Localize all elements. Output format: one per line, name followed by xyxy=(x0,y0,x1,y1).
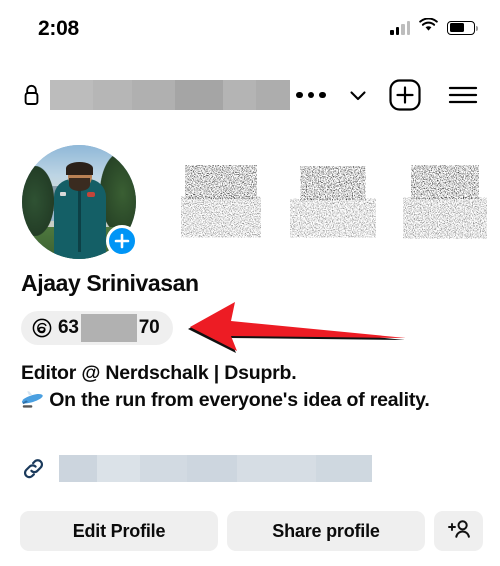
threads-logo-icon xyxy=(32,318,52,338)
airplane-emoji xyxy=(21,391,49,414)
threads-count-suffix: 70 xyxy=(138,317,160,338)
bio-line-1: Editor @ Nerdschalk | Dsuprb. xyxy=(21,362,297,384)
hamburger-menu-icon[interactable] xyxy=(448,83,478,107)
chevron-down-icon[interactable] xyxy=(346,83,370,107)
profile-action-buttons: Edit Profile Share profile xyxy=(20,511,483,551)
lock-icon xyxy=(22,83,41,107)
red-arrow-pointing-left xyxy=(186,298,406,354)
link-redacted-bar xyxy=(59,455,372,482)
header-actions xyxy=(389,79,478,111)
threads-count-redacted xyxy=(80,314,137,342)
page-title: Ajaay Srinivasan xyxy=(21,270,199,296)
cellular-signal-icon xyxy=(390,20,410,35)
scribble-followers xyxy=(290,160,376,244)
battery-icon xyxy=(447,20,478,35)
share-profile-button[interactable]: Share profile xyxy=(227,511,425,551)
profile-bio: Editor @ Nerdschalk | Dsuprb. On the run… xyxy=(21,360,461,417)
status-bar-icons xyxy=(390,17,478,37)
wifi-icon xyxy=(419,17,438,37)
username-area[interactable] xyxy=(22,80,370,110)
avatar[interactable] xyxy=(22,145,138,259)
add-person-icon xyxy=(446,518,472,545)
add-person-button[interactable] xyxy=(434,511,483,551)
scribble-posts xyxy=(178,160,264,244)
profile-stats-obscured xyxy=(178,160,488,244)
status-bar: 2:08 xyxy=(0,0,500,58)
plus-square-icon[interactable] xyxy=(389,79,421,111)
scribble-following xyxy=(402,160,488,244)
profile-link-row[interactable] xyxy=(21,455,372,482)
status-bar-time: 2:08 xyxy=(38,17,79,40)
username-redacted-bar xyxy=(50,80,290,110)
edit-profile-button[interactable]: Edit Profile xyxy=(20,511,218,551)
plus-circle-icon[interactable] xyxy=(106,225,138,257)
link-icon xyxy=(21,456,47,482)
threads-badge[interactable]: 63 70 xyxy=(21,311,174,345)
three-dots-icon[interactable] xyxy=(296,91,326,99)
profile-header-bar xyxy=(0,66,500,124)
threads-count-prefix: 63 xyxy=(58,317,79,338)
bio-line-2: On the run from everyone's idea of reali… xyxy=(49,389,430,411)
